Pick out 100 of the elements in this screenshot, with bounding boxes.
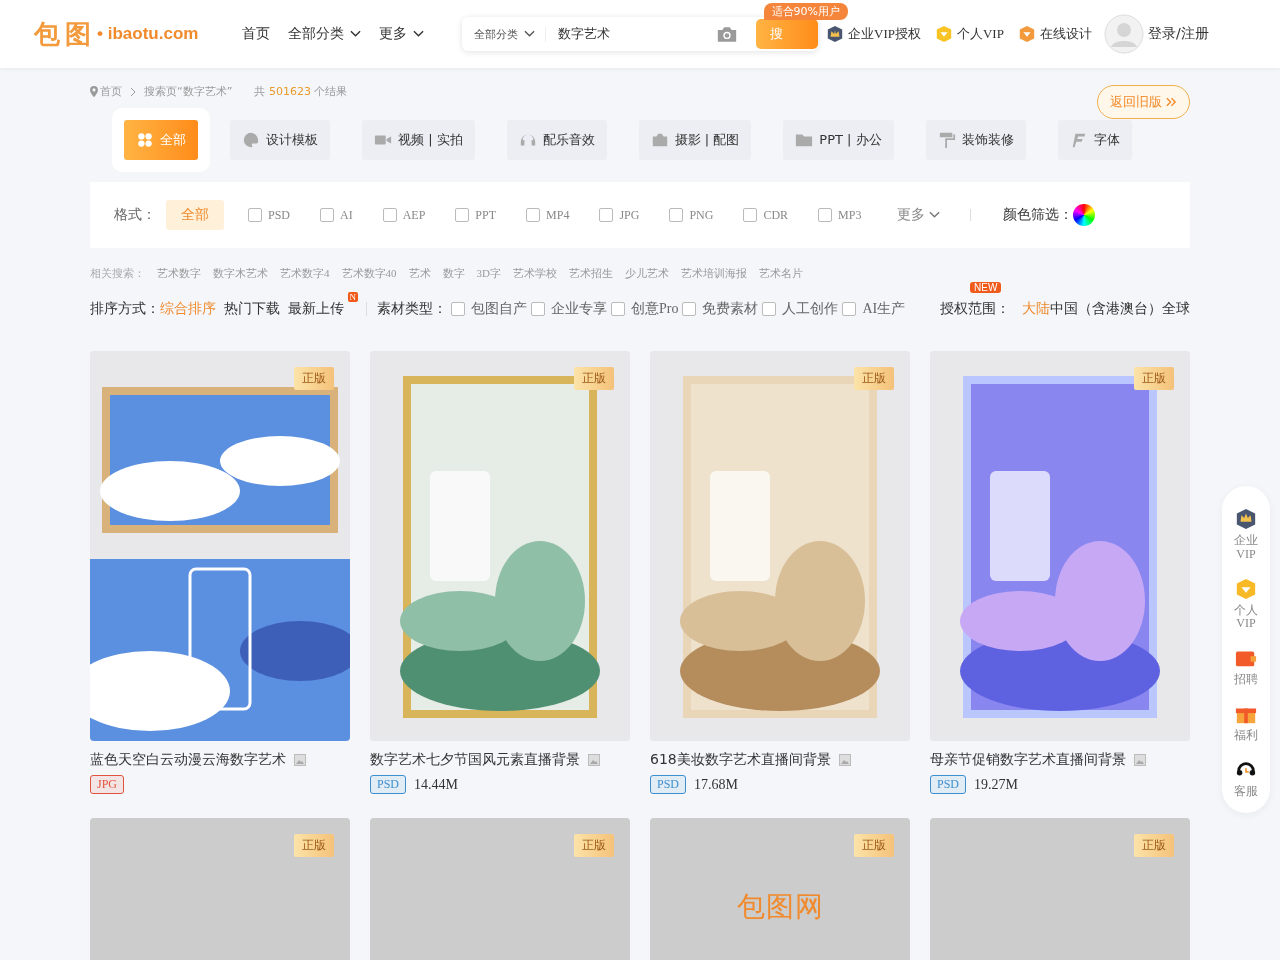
related-search-link[interactable]: 艺术名片 <box>758 266 803 281</box>
material-option-label[interactable]: AI生产 <box>862 300 906 318</box>
format-option-label[interactable]: CDR <box>763 207 789 223</box>
sidebar-item[interactable]: 福利 <box>1233 703 1259 743</box>
header-link[interactable]: 企业VIP授权 <box>826 25 921 43</box>
nav-link[interactable]: 全部分类 <box>288 25 361 43</box>
license-option[interactable]: 全球 <box>1162 300 1190 318</box>
related-search-link[interactable]: 艺术学校 <box>512 266 557 281</box>
checkbox[interactable] <box>455 208 470 222</box>
sidebar-item[interactable]: 企业VIP <box>1233 508 1259 562</box>
sidebar-item[interactable]: 客服 <box>1233 758 1259 799</box>
format-option[interactable]: 全部 <box>166 200 224 230</box>
header-link[interactable]: 个人VIP <box>934 25 1004 43</box>
category-tab[interactable]: PPT | 办公 <box>783 120 894 160</box>
thumbnail-placeholder[interactable]: 正版 <box>370 818 630 960</box>
checkbox[interactable] <box>669 208 684 222</box>
checkbox[interactable] <box>842 302 857 316</box>
file-size: 14.44M <box>414 776 458 793</box>
checkbox[interactable] <box>818 208 833 222</box>
diamond-badge-icon <box>1017 25 1036 43</box>
thumbnail-placeholder[interactable]: 正版 <box>930 818 1190 960</box>
card-title[interactable]: 618美妆数字艺术直播间背景 <box>650 751 831 769</box>
color-wheel-icon[interactable] <box>1073 204 1096 226</box>
file-size: 19.27M <box>974 776 1018 793</box>
format-option-label[interactable]: JPG <box>619 207 640 223</box>
format-option-label[interactable]: PNG <box>689 207 714 223</box>
related-search-link[interactable]: 艺术数字 <box>157 266 201 281</box>
logo-text: 包图网 <box>736 889 824 925</box>
thumbnail-placeholder[interactable]: 包图网 正版 <box>650 818 910 960</box>
related-search-link[interactable]: 艺术 <box>408 266 431 281</box>
more-dropdown[interactable]: 更多 <box>897 206 941 224</box>
checkbox[interactable] <box>248 208 262 222</box>
related-search-link[interactable]: 3D字 <box>476 266 501 281</box>
breadcrumb-link[interactable]: 首页 <box>100 84 122 99</box>
related-search-link[interactable]: 艺术培训海报 <box>680 266 747 281</box>
header-link[interactable]: 在线设计 <box>1017 25 1092 43</box>
category-tab[interactable]: 视频 | 实拍 <box>362 120 475 160</box>
related-search-link[interactable]: 艺术数字40 <box>341 266 397 281</box>
sort-option[interactable]: 综合排序 <box>160 300 216 318</box>
checkbox[interactable] <box>762 302 777 316</box>
chevron-down-icon <box>413 30 424 38</box>
format-option-label[interactable]: PPT <box>475 207 497 223</box>
checkbox[interactable] <box>611 302 625 316</box>
checkbox[interactable] <box>320 208 334 222</box>
nav-link[interactable]: 更多 <box>379 25 424 43</box>
checkbox[interactable] <box>451 302 465 316</box>
paint-roller-icon <box>937 131 956 149</box>
login-link[interactable]: 登录/注册 <box>1147 25 1209 43</box>
material-option-label[interactable]: 创意Pro <box>631 300 679 318</box>
related-search-link[interactable]: 少儿艺术 <box>624 266 669 281</box>
license-option[interactable]: 大陆 <box>1022 300 1050 318</box>
sort-option[interactable]: 热门下载 <box>224 300 280 318</box>
checkbox[interactable] <box>599 208 614 222</box>
format-option-label[interactable]: PSD <box>268 207 290 223</box>
related-search-link[interactable]: 数字木艺术 <box>213 266 268 281</box>
format-tag: PSD <box>650 775 686 794</box>
checkbox[interactable] <box>531 302 545 316</box>
crown-badge-icon <box>826 25 844 43</box>
filter-label: 颜色筛选： <box>1003 206 1074 224</box>
related-search-link[interactable]: 数字 <box>442 266 465 281</box>
material-option-label[interactable]: 包图自产 <box>471 300 527 318</box>
old-version-button[interactable]: 返回旧版 <box>1097 85 1190 119</box>
format-option-label[interactable]: MP3 <box>838 207 862 223</box>
chevron-down-icon <box>524 30 535 38</box>
card-title[interactable]: 母亲节促销数字艺术直播间背景 <box>930 751 1126 769</box>
licensed-badge: 正版 <box>294 834 334 857</box>
new-badge: N <box>347 292 358 302</box>
related-search-link[interactable]: 艺术招生 <box>568 266 613 281</box>
category-tab[interactable]: 装饰装修 <box>925 120 1026 160</box>
material-option-label[interactable]: 企业专享 <box>551 300 607 318</box>
licensed-badge: 正版 <box>854 367 894 390</box>
license-option[interactable]: 中国（含港澳台） <box>1050 300 1162 318</box>
format-option-label[interactable]: AEP <box>402 207 426 223</box>
header-link-label: 个人VIP <box>956 25 1004 43</box>
category-tab[interactable]: 摄影 | 配图 <box>638 120 752 160</box>
material-option-label[interactable]: 人工创作 <box>782 300 839 318</box>
checkbox[interactable] <box>382 208 397 222</box>
licensed-badge: 正版 <box>854 834 894 857</box>
sort-label: 排序方式： <box>90 300 160 318</box>
logo-text[interactable]: • ibaotu.com <box>97 24 199 44</box>
category-tab[interactable]: 字体 <box>1057 120 1132 160</box>
checkbox[interactable] <box>743 208 758 222</box>
related-search-link[interactable]: 艺术数字4 <box>280 266 330 281</box>
category-tab[interactable]: 配乐音效 <box>506 120 607 160</box>
avatar-icon[interactable] <box>1103 14 1144 54</box>
sidebar-item[interactable]: 招聘 <box>1233 647 1259 687</box>
logo-mark[interactable]: 包 图 <box>34 16 90 52</box>
checkbox[interactable] <box>682 302 697 316</box>
format-option-label[interactable]: MP4 <box>546 207 570 223</box>
camera-icon[interactable] <box>716 24 738 44</box>
sidebar-item[interactable]: 个人VIP <box>1233 577 1259 632</box>
thumbnail-placeholder[interactable]: 正版 <box>90 818 350 960</box>
nav-link[interactable]: 首页 <box>242 25 270 43</box>
category-tab[interactable]: 设计模板 <box>230 120 330 160</box>
format-option-label[interactable]: AI <box>340 207 353 223</box>
format-tag: PSD <box>370 775 406 794</box>
card-title[interactable]: 蓝色天空白云动漫云海数字艺术 <box>90 751 286 769</box>
card-title[interactable]: 数字艺术七夕节国风元素直播背景 <box>370 751 580 769</box>
checkbox[interactable] <box>526 208 541 222</box>
material-option-label[interactable]: 免费素材 <box>702 300 759 318</box>
